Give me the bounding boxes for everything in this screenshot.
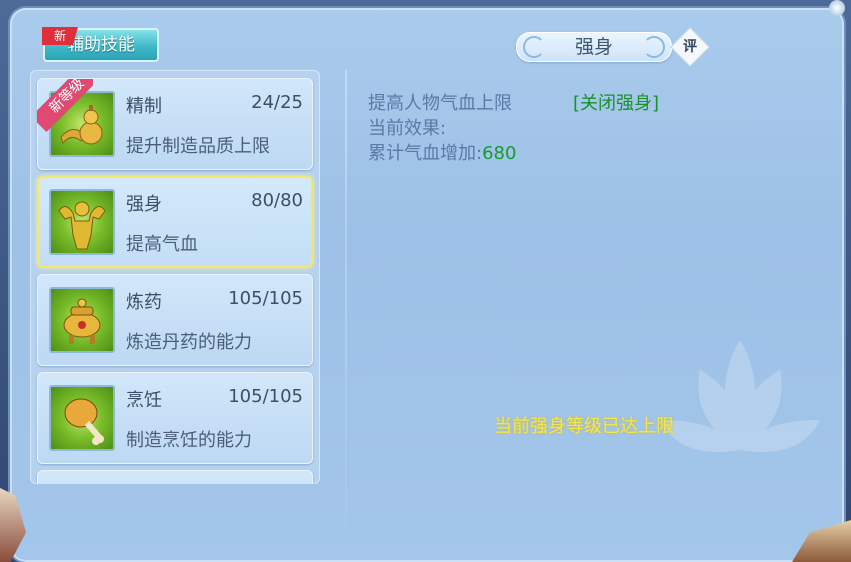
detail-current-effect-label: 当前效果: bbox=[368, 118, 447, 139]
skill-name: 烹饪 bbox=[126, 390, 162, 411]
skill-name: 精制 bbox=[126, 96, 162, 117]
muscle-man-icon bbox=[49, 189, 115, 255]
drumstick-icon bbox=[49, 385, 115, 451]
skill-level: 24/25 bbox=[251, 92, 303, 113]
max-level-notice: 当前强身等级已达上限 bbox=[494, 416, 674, 437]
skill-name: 强身 bbox=[126, 194, 162, 215]
detail-effect-desc: 提高人物气血上限 bbox=[368, 93, 512, 114]
skill-row-alchemy[interactable]: 炼药 105/105 炼造丹药的能力 bbox=[37, 274, 313, 366]
ribbon-label: 新等级 bbox=[37, 79, 93, 133]
skill-level: 105/105 bbox=[228, 386, 303, 407]
detail-title-pill: 强身 bbox=[516, 32, 672, 62]
lotus-watermark-icon bbox=[660, 340, 820, 452]
detail-hp-increase: 累计气血增加:680 bbox=[368, 139, 516, 165]
close-strengthen-link[interactable]: [关闭强身] bbox=[573, 89, 659, 115]
skill-level: 80/80 bbox=[251, 190, 303, 211]
new-level-ribbon: 新等级 bbox=[37, 79, 93, 135]
skill-row-cooking[interactable]: 烹饪 105/105 制造烹饪的能力 bbox=[37, 372, 313, 464]
rate-label[interactable]: 评 bbox=[676, 33, 704, 61]
skill-desc: 提高气血 bbox=[126, 234, 198, 255]
detail-title: 强身 bbox=[574, 36, 613, 58]
new-badge: 新 bbox=[42, 27, 78, 45]
close-orb-icon[interactable] bbox=[829, 0, 845, 16]
skill-name: 炼药 bbox=[126, 292, 162, 313]
divider bbox=[345, 70, 347, 530]
skill-row-partial[interactable] bbox=[37, 470, 313, 484]
skill-desc: 炼造丹药的能力 bbox=[126, 332, 252, 353]
hp-increase-value: 680 bbox=[482, 143, 517, 164]
skill-desc: 提升制造品质上限 bbox=[126, 136, 270, 157]
skill-level: 105/105 bbox=[228, 288, 303, 309]
hp-increase-label: 累计气血增加: bbox=[368, 143, 483, 164]
skill-row-strengthen[interactable]: 强身 80/80 提高气血 bbox=[37, 176, 313, 268]
skill-desc: 制造烹饪的能力 bbox=[126, 430, 252, 451]
incense-burner-icon bbox=[49, 287, 115, 353]
